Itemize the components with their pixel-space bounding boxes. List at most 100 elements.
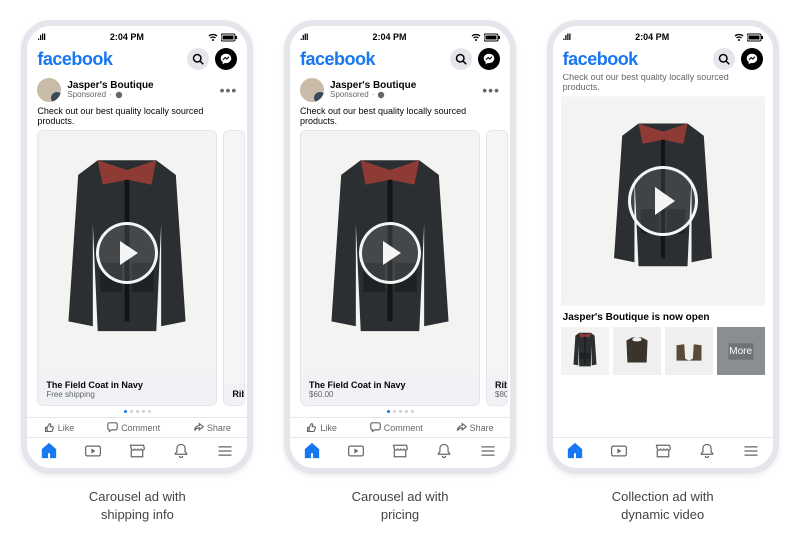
thumb-product[interactable] — [665, 327, 713, 375]
tab-menu[interactable] — [479, 442, 497, 465]
avatar[interactable] — [300, 78, 324, 102]
phones-row: .ıll 2:04 PM facebook Jasper's Bo — [16, 20, 784, 523]
facebook-logo[interactable]: facebook — [563, 49, 638, 70]
play-icon[interactable] — [628, 166, 698, 236]
comment-icon — [370, 422, 381, 433]
carousel-card[interactable]: The Field Coat in Navy Free shipping — [37, 130, 217, 406]
battery-icon — [747, 33, 763, 42]
video-thumbnail[interactable] — [487, 131, 507, 375]
tab-notifications[interactable] — [698, 442, 716, 465]
status-right — [734, 32, 763, 42]
avatar[interactable] — [37, 78, 61, 102]
tab-home[interactable] — [303, 442, 321, 465]
tab-menu[interactable] — [742, 442, 760, 465]
app-header: facebook — [27, 46, 247, 74]
share-icon — [193, 422, 204, 433]
sponsored-label: Sponsored · — [330, 91, 482, 100]
tab-watch[interactable] — [84, 442, 102, 465]
watch-icon — [610, 442, 628, 460]
status-bar: .ıll 2:04 PM — [553, 26, 773, 46]
product-subtext: Free shipping — [46, 390, 208, 399]
more-icon[interactable]: ••• — [482, 82, 500, 98]
tab-notifications[interactable] — [172, 442, 190, 465]
product-title: Rib — [495, 380, 499, 390]
post-actions: Like Comment Share — [290, 417, 510, 437]
bell-icon — [698, 442, 716, 460]
collection-headline: Jasper's Boutique is now open — [553, 306, 773, 327]
product-title: Rib — [232, 389, 236, 399]
product-price: $80 — [495, 390, 499, 399]
signal-icon: .ıll — [37, 32, 45, 42]
play-icon[interactable] — [96, 222, 158, 284]
phone-frame: .ıll 2:04 PM facebook Check out our best… — [547, 20, 779, 474]
tab-notifications[interactable] — [435, 442, 453, 465]
messenger-icon[interactable] — [215, 48, 237, 70]
post-caption-cut: Check out our best quality locally sourc… — [553, 74, 773, 96]
clock: 2:04 PM — [635, 32, 669, 42]
comment-button[interactable]: Comment — [370, 422, 423, 433]
carousel[interactable]: The Field Coat in Navy Free shipping Rib — [27, 130, 247, 406]
video-thumbnail[interactable] — [301, 131, 479, 375]
tab-watch[interactable] — [347, 442, 365, 465]
carousel-card-peek[interactable]: Rib — [223, 130, 245, 406]
share-button[interactable]: Share — [193, 422, 231, 433]
hero-video[interactable] — [561, 96, 765, 306]
search-icon[interactable] — [187, 48, 209, 70]
like-button[interactable]: Like — [306, 422, 337, 433]
video-thumbnail[interactable] — [224, 131, 244, 384]
phone-col-1: .ıll 2:04 PM facebook Jasper's Bo — [16, 20, 259, 523]
thumb-product[interactable] — [613, 327, 661, 375]
tab-marketplace[interactable] — [128, 442, 146, 465]
product-image-jacket — [561, 327, 609, 375]
home-icon — [303, 442, 321, 460]
carousel-dots — [27, 406, 247, 417]
search-icon[interactable] — [450, 48, 472, 70]
phone-frame: .ıll 2:04 PM facebook Jasper's Bo — [21, 20, 253, 474]
tab-marketplace[interactable] — [391, 442, 409, 465]
thumb-product[interactable] — [561, 327, 609, 375]
wifi-icon — [471, 32, 481, 42]
facebook-logo[interactable]: facebook — [37, 49, 112, 70]
app-header: facebook — [290, 46, 510, 74]
status-bar: .ıll 2:04 PM — [27, 26, 247, 46]
collection-thumbs: More — [553, 327, 773, 375]
more-icon[interactable]: ••• — [220, 82, 238, 98]
messenger-icon[interactable] — [741, 48, 763, 70]
tab-home[interactable] — [566, 442, 584, 465]
tab-bar — [553, 437, 773, 468]
carousel[interactable]: The Field Coat in Navy $60.00 Rib $80 — [290, 130, 510, 406]
phone-col-2: .ıll 2:04 PM facebook Jasper's Bo — [279, 20, 522, 523]
play-icon[interactable] — [359, 222, 421, 284]
tab-bar — [27, 437, 247, 468]
hamburger-icon — [479, 442, 497, 460]
carousel-card[interactable]: The Field Coat in Navy $60.00 — [300, 130, 480, 406]
phone-col-3: .ıll 2:04 PM facebook Check out our best… — [541, 20, 784, 523]
messenger-icon[interactable] — [478, 48, 500, 70]
facebook-logo[interactable]: facebook — [300, 49, 375, 70]
bell-icon — [172, 442, 190, 460]
tab-menu[interactable] — [216, 442, 234, 465]
clock: 2:04 PM — [110, 32, 144, 42]
battery-icon — [221, 33, 237, 42]
search-icon[interactable] — [713, 48, 735, 70]
like-button[interactable]: Like — [44, 422, 75, 433]
carousel-card-peek[interactable]: Rib $80 — [486, 130, 508, 406]
carousel-dots — [290, 406, 510, 417]
share-button[interactable]: Share — [456, 422, 494, 433]
post-header: Jasper's Boutique Sponsored · ••• — [27, 74, 247, 104]
like-icon — [44, 422, 55, 433]
watch-icon — [84, 442, 102, 460]
tab-watch[interactable] — [610, 442, 628, 465]
store-icon — [391, 442, 409, 460]
figure-caption: Carousel ad withshipping info — [89, 488, 186, 523]
hamburger-icon — [216, 442, 234, 460]
comment-button[interactable]: Comment — [107, 422, 160, 433]
store-icon — [128, 442, 146, 460]
store-icon — [654, 442, 672, 460]
video-thumbnail[interactable] — [38, 131, 216, 375]
product-title: The Field Coat in Navy — [46, 380, 208, 390]
thumb-more[interactable]: More — [717, 327, 765, 375]
status-right — [471, 32, 500, 42]
tab-home[interactable] — [40, 442, 58, 465]
tab-marketplace[interactable] — [654, 442, 672, 465]
